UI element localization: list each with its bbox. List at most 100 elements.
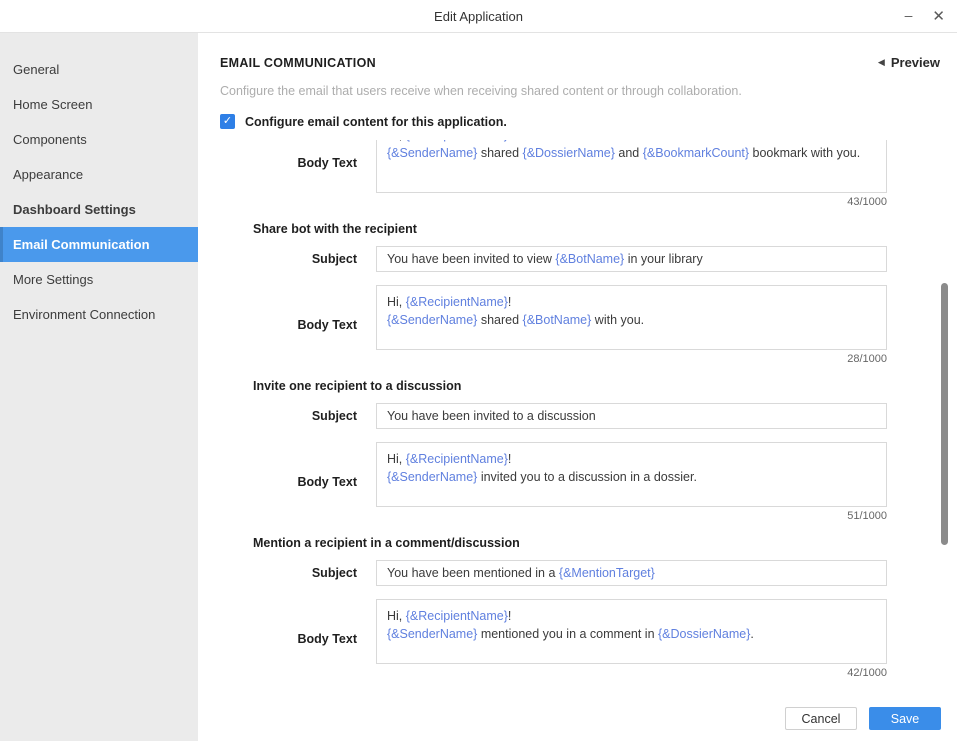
section-heading: Share bot with the recipient bbox=[253, 222, 957, 236]
text-line: You have been invited to a discussion bbox=[387, 409, 596, 423]
field-row: Body Text Hi, {&RecipientName}! {&SenderNa… bbox=[220, 140, 957, 208]
text-run: with you. bbox=[591, 313, 644, 327]
field-box-wrap: You have been invited to a discussion bbox=[376, 403, 887, 429]
sections: Body TextHi, {&RecipientName}!{&SenderNa… bbox=[220, 140, 957, 679]
text-run: Hi, bbox=[387, 140, 406, 142]
text-line: {&SenderName} mentioned you in a comment… bbox=[387, 625, 876, 643]
field-row: Body TextHi, {&RecipientName}!{&SenderNa… bbox=[220, 442, 957, 522]
text-run: Hi, bbox=[387, 609, 406, 623]
template-token: {&BookmarkCount} bbox=[643, 146, 749, 160]
section-heading: Mention a recipient in a comment/discuss… bbox=[253, 536, 957, 550]
text-line: You have been mentioned in a {&MentionTa… bbox=[387, 566, 655, 580]
preview-label: Preview bbox=[891, 55, 940, 70]
field-label: Body Text bbox=[220, 475, 376, 489]
field-row: Subject You have been mentioned in a {&Me… bbox=[220, 560, 957, 586]
close-icon[interactable]: ✕ bbox=[932, 9, 945, 24]
subject-input[interactable]: You have been mentioned in a {&MentionTa… bbox=[376, 560, 887, 586]
template-token: {&SenderName} bbox=[387, 313, 477, 327]
save-button[interactable]: Save bbox=[869, 707, 941, 730]
text-run: ! bbox=[508, 609, 511, 623]
text-run: shared bbox=[477, 313, 522, 327]
char-counter: 43/1000 bbox=[376, 196, 887, 208]
field-label: Body Text bbox=[220, 632, 376, 646]
email-templates-scroll-area: Body TextHi, {&RecipientName}!{&SenderNa… bbox=[220, 140, 957, 693]
subject-input[interactable]: You have been invited to a discussion bbox=[376, 403, 887, 429]
window-title: Edit Application bbox=[434, 9, 523, 24]
email-template-section: Invite one recipient to a discussion Subj… bbox=[220, 379, 957, 522]
template-token: {&SenderName} bbox=[387, 470, 477, 484]
template-token: {&RecipientName} bbox=[406, 140, 508, 142]
template-token: {&BotName} bbox=[523, 313, 592, 327]
configure-email-checkbox[interactable]: ✓ bbox=[220, 114, 235, 129]
field-box-wrap: You have been mentioned in a {&MentionTa… bbox=[376, 560, 887, 586]
template-token: {&SenderName} bbox=[387, 627, 477, 641]
subject-input[interactable]: You have been invited to view {&BotName}… bbox=[376, 246, 887, 272]
minimize-icon[interactable]: – bbox=[905, 8, 913, 22]
section-heading: Invite one recipient to a discussion bbox=[253, 379, 957, 393]
text-line: {&SenderName} shared {&BotName} with you… bbox=[387, 311, 876, 329]
body-text-input[interactable]: Hi, {&RecipientName}!{&SenderName} menti… bbox=[376, 599, 887, 664]
text-line: {&SenderName} shared {&DossierName} and … bbox=[387, 144, 876, 162]
email-template-section: Body Text Hi, {&RecipientName}! {&SenderNa… bbox=[220, 140, 957, 208]
field-label: Subject bbox=[220, 566, 376, 580]
field-box-wrap: You have been invited to view {&BotName}… bbox=[376, 246, 887, 272]
titlebar: Edit Application – ✕ bbox=[0, 0, 957, 33]
field-label: Subject bbox=[220, 409, 376, 423]
char-counter: 28/1000 bbox=[376, 353, 887, 365]
sidebar-item-environment-connection[interactable]: Environment Connection bbox=[0, 297, 198, 332]
sidebar-items: GeneralHome ScreenComponentsAppearanceDa… bbox=[0, 52, 198, 332]
email-template-section: Mention a recipient in a comment/discuss… bbox=[220, 536, 957, 679]
template-token: {&DossierName} bbox=[523, 146, 615, 160]
text-run: You have been mentioned in a bbox=[387, 566, 559, 580]
text-run: mentioned you in a comment in bbox=[477, 627, 658, 641]
field-label: Body Text bbox=[220, 156, 376, 170]
body-text-input[interactable]: Hi, {&RecipientName}! {&SenderName} share… bbox=[376, 140, 887, 193]
sidebar-item-email-communication[interactable]: Email Communication bbox=[0, 227, 198, 262]
text-run: ! bbox=[508, 140, 511, 142]
template-token: {&RecipientName} bbox=[406, 609, 508, 623]
scrollbar-thumb[interactable] bbox=[941, 283, 948, 545]
window-controls: – ✕ bbox=[905, 0, 945, 33]
field-row: Subject You have been invited to a discus… bbox=[220, 403, 957, 429]
field-box-wrap: Hi, {&RecipientName}!{&SenderName} menti… bbox=[376, 599, 887, 679]
sidebar-item-more-settings[interactable]: More Settings bbox=[0, 262, 198, 297]
text-run: You have been invited to a discussion bbox=[387, 409, 596, 423]
sidebar-item-dashboard-settings[interactable]: Dashboard Settings bbox=[0, 192, 198, 227]
text-run: ! bbox=[508, 295, 511, 309]
field-box-wrap: Hi, {&RecipientName}!{&SenderName} share… bbox=[376, 285, 887, 365]
text-run: bookmark with you. bbox=[749, 146, 860, 160]
configure-email-row: ✓ Configure email content for this appli… bbox=[220, 114, 957, 129]
body-text-input[interactable]: Hi, {&RecipientName}!{&SenderName} invit… bbox=[376, 442, 887, 507]
text-line: You have been invited to view {&BotName}… bbox=[387, 252, 703, 266]
sidebar-item-general[interactable]: General bbox=[0, 52, 198, 87]
template-token: {&MentionTarget} bbox=[559, 566, 655, 580]
text-run: ! bbox=[508, 452, 511, 466]
sidebar-item-components[interactable]: Components bbox=[0, 122, 198, 157]
text-run: invited you to a discussion in a dossier… bbox=[477, 470, 697, 484]
field-box-wrap: Hi, {&RecipientName}!{&SenderName} invit… bbox=[376, 442, 887, 522]
content-panel: EMAIL COMMUNICATION ◀ Preview Configure … bbox=[198, 33, 957, 741]
footer-actions: Cancel Save bbox=[785, 707, 941, 730]
page-title: EMAIL COMMUNICATION bbox=[220, 56, 376, 70]
field-label: Subject bbox=[220, 252, 376, 266]
dialog-body: GeneralHome ScreenComponentsAppearanceDa… bbox=[0, 33, 957, 741]
text-line: Hi, {&RecipientName}! bbox=[387, 607, 876, 625]
sidebar-item-home-screen[interactable]: Home Screen bbox=[0, 87, 198, 122]
check-icon: ✓ bbox=[223, 116, 232, 127]
preview-button[interactable]: ◀ Preview bbox=[878, 55, 940, 70]
text-run: Hi, bbox=[387, 295, 406, 309]
field-row: Subject You have been invited to view {&B… bbox=[220, 246, 957, 272]
page-description: Configure the email that users receive w… bbox=[220, 84, 957, 98]
text-run: You have been invited to view bbox=[387, 252, 555, 266]
template-token: {&RecipientName} bbox=[406, 452, 508, 466]
cancel-button[interactable]: Cancel bbox=[785, 707, 857, 730]
field-row: Body TextHi, {&RecipientName}!{&SenderNa… bbox=[220, 599, 957, 679]
text-run: . bbox=[750, 627, 753, 641]
field-row: Body TextHi, {&RecipientName}!{&SenderNa… bbox=[220, 285, 957, 365]
text-line: Hi, {&RecipientName}! bbox=[387, 293, 876, 311]
email-template-section: Share bot with the recipient Subject You h… bbox=[220, 222, 957, 365]
text-line: {&SenderName} invited you to a discussio… bbox=[387, 468, 876, 486]
body-text-input[interactable]: Hi, {&RecipientName}!{&SenderName} share… bbox=[376, 285, 887, 350]
sidebar-item-appearance[interactable]: Appearance bbox=[0, 157, 198, 192]
text-line: Hi, {&RecipientName}! bbox=[387, 450, 876, 468]
